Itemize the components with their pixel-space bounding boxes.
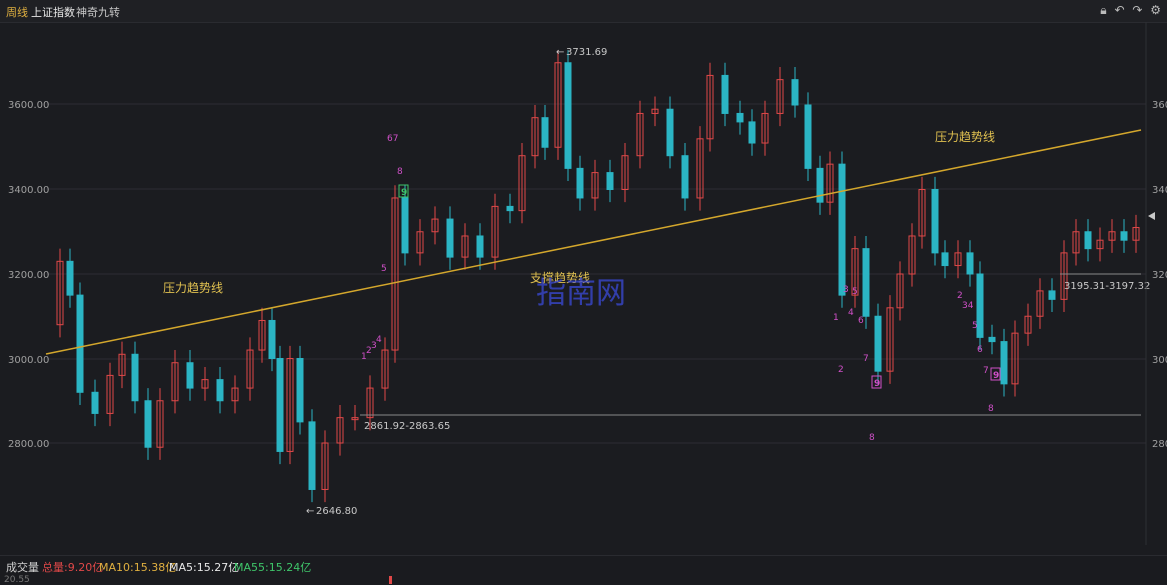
candle-body	[541, 117, 549, 148]
support-right-label: 3195.31-3197.32	[1064, 281, 1150, 292]
candle-body	[606, 172, 614, 191]
current-price-pointer-icon	[1148, 212, 1155, 220]
y-tick-3400: 3400.00	[8, 185, 49, 196]
y-tick-right-3600: 3600	[1152, 100, 1167, 111]
candle-body	[748, 121, 756, 144]
candle-body	[838, 163, 846, 296]
candle-body	[931, 189, 939, 254]
candle-body	[576, 167, 584, 199]
y-tick-2800: 2800.00	[8, 439, 49, 450]
candle-body	[1000, 341, 1008, 385]
settings-icon[interactable]: ⚙	[1150, 3, 1161, 17]
volume-panel-header: 成交量 总量:9.20亿 MA10:15.38亿 MA5:15.27亿 MA55…	[0, 555, 1167, 585]
support-left-label: 2861.92-2863.65	[364, 421, 450, 432]
candle-body	[476, 235, 484, 258]
low-label: 2646.80	[316, 506, 357, 517]
candle-body	[131, 353, 139, 402]
candle-body	[1048, 290, 1056, 300]
candle-body	[268, 319, 276, 360]
candle-body	[76, 294, 84, 393]
candle-body	[862, 248, 870, 317]
candle-body	[66, 260, 74, 296]
count-5b: 5	[852, 287, 858, 297]
candle-body	[988, 336, 996, 343]
candle-body	[276, 358, 284, 452]
chart-toolbar: 周线 上证指数 神奇九转 🔒︎ ↶ ↷ ⚙	[0, 0, 1167, 23]
count-6b: 6	[977, 345, 983, 355]
y-tick-right-3400: 3400	[1152, 185, 1167, 196]
count-7: 7	[863, 354, 869, 364]
toolbar-icons: 🔒︎ ↶ ↷ ⚙	[1096, 3, 1161, 18]
undo-icon[interactable]: ↶	[1114, 3, 1124, 17]
candle-body	[874, 315, 882, 372]
candle-body	[941, 252, 949, 267]
count-8: 8	[397, 167, 403, 177]
high-marker: ←	[556, 47, 564, 58]
volume-ma5: MA5:15.27亿	[169, 561, 240, 574]
nine-badge-top-text: 9	[401, 188, 407, 198]
count-67: 67	[387, 134, 398, 144]
y-tick-right-3200: 3200	[1152, 270, 1167, 281]
count-1b: 1	[833, 313, 839, 323]
candle-body	[666, 108, 674, 157]
indicator-name[interactable]: 神奇九转	[76, 4, 120, 20]
candle-body	[966, 252, 974, 275]
count-6: 6	[858, 316, 864, 326]
nine-badge-bottom-1-text: 9	[874, 379, 880, 389]
count-8c: 8	[988, 404, 994, 414]
candle-body	[308, 421, 316, 490]
nine-badge-bottom-2-text: 9	[993, 371, 999, 381]
candle-body	[296, 358, 304, 423]
lock-icon[interactable]: 🔒︎	[1100, 3, 1106, 17]
candle-body	[1084, 231, 1092, 250]
volume-title[interactable]: 成交量	[6, 559, 39, 575]
candle-body	[721, 74, 729, 114]
candle-body	[564, 62, 572, 169]
count-4: 4	[376, 335, 382, 345]
candle-body	[216, 379, 224, 402]
count-7b: 7	[983, 366, 989, 376]
y-tick-3600: 3600.00	[8, 100, 49, 111]
candle-body	[976, 273, 984, 338]
low-marker: ←	[306, 506, 314, 517]
high-label: 3731.69	[566, 47, 607, 58]
count-3b: 3	[843, 285, 849, 295]
y-tick-right-2800: 2800	[1152, 439, 1167, 450]
pressure-label-left: 压力趋势线	[163, 281, 223, 295]
count-34: 34	[962, 301, 974, 311]
candle-body	[816, 167, 824, 203]
count-5: 5	[381, 264, 387, 274]
watermark: 指南网	[536, 276, 626, 311]
count-2b: 2	[838, 365, 844, 375]
period-selector[interactable]: 周线	[6, 4, 28, 20]
candle-body	[186, 362, 194, 389]
y-tick-3200: 3200.00	[8, 270, 49, 281]
candle-body	[1120, 231, 1128, 241]
candle-body	[401, 197, 409, 254]
candle-body	[804, 104, 812, 169]
candle-body	[91, 391, 99, 414]
candle-body	[144, 400, 152, 448]
redo-icon[interactable]: ↷	[1132, 3, 1142, 17]
index-name[interactable]: 上证指数	[31, 4, 75, 20]
volume-ma55: MA55:15.24亿	[234, 561, 312, 574]
count-2c: 2	[957, 291, 963, 301]
count-4b: 4	[848, 308, 854, 318]
volume-ma10: MA10:15.38亿	[99, 561, 177, 574]
pressure-label-right: 压力趋势线	[935, 130, 995, 144]
candle-body	[791, 79, 799, 106]
count-5c: 5	[972, 321, 978, 331]
volume-axis-tick: 20.55	[4, 575, 30, 585]
y-tick-3000: 3000.00	[8, 355, 49, 366]
count-8b: 8	[869, 433, 875, 443]
candlestick-chart[interactable]: 2800.00 3000.00 3200.00 3400.00 3600.00 …	[0, 22, 1167, 555]
y-tick-right-3000: 3000	[1152, 355, 1167, 366]
candle-body	[736, 112, 744, 123]
candle-body	[506, 205, 514, 212]
volume-total: 总量:9.20亿	[42, 561, 104, 574]
candle-body	[446, 218, 454, 258]
candle-body	[681, 155, 689, 199]
